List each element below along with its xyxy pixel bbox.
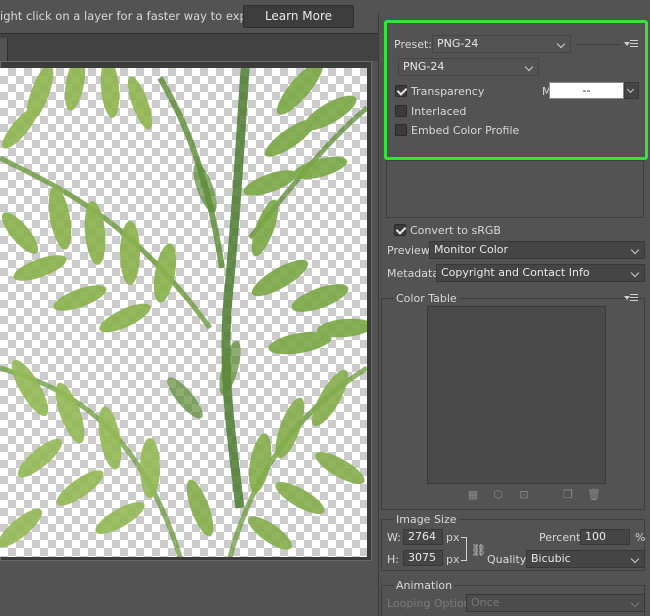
metadata-label: Metadata:	[387, 267, 443, 280]
preview-label: Preview:	[387, 244, 433, 257]
chevron-down-icon	[630, 554, 640, 564]
looping-options-value: Once	[471, 596, 500, 609]
percent-label: Percent:	[539, 531, 585, 544]
chevron-down-icon	[630, 598, 640, 608]
convert-srgb-label: Convert to sRGB	[410, 224, 501, 237]
height-label: H:	[387, 553, 399, 566]
web-shift-icon[interactable]: ⬡	[492, 489, 504, 501]
color-table-title: Color Table	[394, 292, 459, 305]
chevron-down-icon	[630, 268, 640, 278]
color-table-menu-icon[interactable]	[624, 294, 638, 302]
height-field[interactable]: 3075	[403, 550, 443, 566]
preview-select[interactable]: Monitor Color	[429, 241, 645, 259]
highlight-frame	[384, 20, 648, 160]
quality-label: Quality:	[487, 553, 530, 566]
height-unit: px	[446, 553, 460, 566]
percent-unit: %	[635, 531, 646, 544]
metadata-value: Copyright and Contact Info	[441, 266, 590, 279]
image-preview[interactable]	[0, 68, 367, 557]
new-color-icon[interactable]: ❐	[562, 489, 574, 501]
quality-select[interactable]: Bicubic	[526, 550, 645, 568]
lock-color-icon[interactable]: ⊡	[518, 489, 530, 501]
quality-value: Bicubic	[531, 552, 571, 565]
preview-tab[interactable]	[0, 38, 8, 62]
preview-tab-strip	[0, 33, 378, 62]
animation-title: Animation	[394, 579, 455, 592]
constrain-bracket	[461, 537, 467, 561]
extra-options-area	[386, 160, 644, 218]
canvas-footer	[0, 561, 378, 616]
width-field[interactable]: 2764	[403, 529, 443, 545]
convert-srgb-checkbox[interactable]	[394, 224, 406, 236]
color-table-swatches	[427, 306, 606, 484]
width-unit: px	[446, 531, 460, 544]
fern-leaves-image	[0, 68, 367, 557]
width-label: W:	[387, 531, 401, 544]
link-icon[interactable]: ⛓	[471, 543, 486, 557]
percent-field[interactable]: 100	[580, 529, 630, 545]
looping-options-select[interactable]: Once	[466, 594, 645, 612]
map-to-web-icon[interactable]: ▦	[467, 489, 479, 501]
learn-more-button[interactable]: Learn More	[243, 5, 354, 28]
trash-icon[interactable]: 🗑	[587, 489, 601, 501]
preview-value: Monitor Color	[434, 243, 509, 256]
metadata-select[interactable]: Copyright and Contact Info	[436, 264, 645, 282]
image-size-title: Image Size	[394, 513, 459, 526]
chevron-down-icon	[630, 245, 640, 255]
